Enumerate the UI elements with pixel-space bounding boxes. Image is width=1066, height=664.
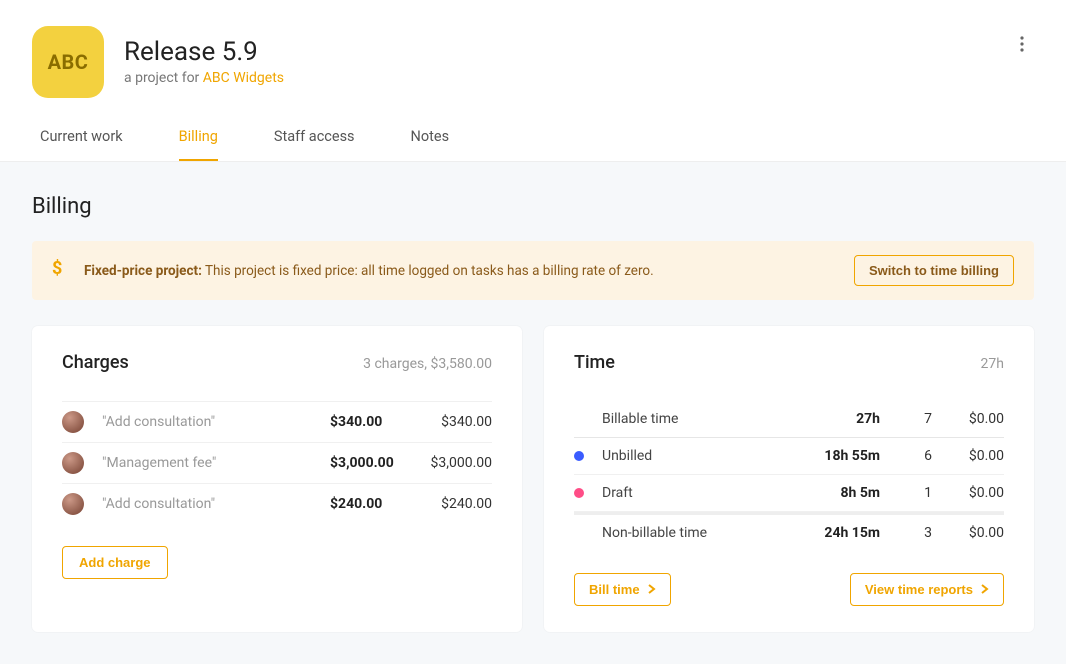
tab-current-work[interactable]: Current work	[40, 120, 123, 161]
time-hours: 27h	[856, 411, 880, 427]
time-row-billable[interactable]: Billable time 27h 7 $0.00	[574, 401, 1004, 438]
time-count: 7	[892, 411, 932, 427]
charge-price: $3,000.00	[330, 455, 410, 471]
time-label: Billable time	[602, 411, 844, 427]
charge-row[interactable]: "Add consultation" $340.00 $340.00	[62, 401, 492, 442]
page-title: Release 5.9	[124, 38, 284, 67]
charge-label: "Add consultation"	[102, 414, 318, 430]
time-summary: 27h	[981, 356, 1004, 372]
banner-heading: Fixed-price project:	[84, 263, 202, 279]
chevron-right-icon	[981, 582, 989, 597]
chevron-right-icon	[648, 582, 656, 597]
time-row-draft[interactable]: Draft 8h 5m 1 $0.00	[574, 475, 1004, 512]
view-time-reports-button[interactable]: View time reports	[850, 573, 1004, 606]
view-time-reports-label: View time reports	[865, 582, 973, 597]
time-hours: 18h 55m	[824, 448, 880, 464]
time-label: Draft	[602, 485, 828, 501]
bill-time-label: Bill time	[589, 582, 640, 597]
section-title: Billing	[32, 194, 1034, 219]
tab-staff-access[interactable]: Staff access	[274, 120, 355, 161]
client-link[interactable]: ABC Widgets	[203, 70, 284, 86]
banner-text: Fixed-price project: This project is fix…	[84, 263, 654, 279]
time-row-unbilled[interactable]: Unbilled 18h 55m 6 $0.00	[574, 438, 1004, 475]
time-amount: $0.00	[944, 525, 1004, 541]
time-card: Time 27h Billable time 27h 7 $0.00 Unbil…	[544, 326, 1034, 632]
switch-to-time-billing-button[interactable]: Switch to time billing	[854, 255, 1014, 286]
fixed-price-banner: $ Fixed-price project: This project is f…	[32, 241, 1034, 300]
charge-label: "Management fee"	[102, 455, 318, 471]
charge-total: $240.00	[422, 496, 492, 512]
time-label: Unbilled	[602, 448, 812, 464]
charge-total: $340.00	[422, 414, 492, 430]
bill-time-button[interactable]: Bill time	[574, 573, 671, 606]
dollar-icon: $	[52, 259, 66, 282]
charges-summary: 3 charges, $3,580.00	[363, 356, 492, 372]
time-row-nonbillable[interactable]: Non-billable time 24h 15m 3 $0.00	[574, 512, 1004, 551]
charge-price: $340.00	[330, 414, 410, 430]
time-hours: 8h 5m	[840, 485, 880, 501]
time-count: 1	[892, 485, 932, 501]
charge-price: $240.00	[330, 496, 410, 512]
status-dot-draft-icon	[574, 488, 584, 498]
client-logo: ABC	[32, 26, 104, 98]
time-amount: $0.00	[944, 448, 1004, 464]
charge-total: $3,000.00	[422, 455, 492, 471]
charge-row[interactable]: "Management fee" $3,000.00 $3,000.00	[62, 442, 492, 483]
svg-text:$: $	[52, 259, 62, 277]
avatar	[62, 452, 84, 474]
avatar	[62, 493, 84, 515]
time-count: 6	[892, 448, 932, 464]
charge-row[interactable]: "Add consultation" $240.00 $240.00	[62, 483, 492, 524]
time-count: 3	[892, 525, 932, 541]
time-hours: 24h 15m	[824, 525, 880, 541]
project-subtitle: a project for ABC Widgets	[124, 70, 284, 86]
tab-bar: Current work Billing Staff access Notes	[0, 98, 1066, 162]
banner-description: This project is fixed price: all time lo…	[202, 263, 654, 279]
time-amount: $0.00	[944, 485, 1004, 501]
time-amount: $0.00	[944, 411, 1004, 427]
charges-card: Charges 3 charges, $3,580.00 "Add consul…	[32, 326, 522, 632]
add-charge-button[interactable]: Add charge	[62, 546, 168, 579]
time-title: Time	[574, 352, 615, 373]
status-dot-unbilled-icon	[574, 451, 584, 461]
charge-label: "Add consultation"	[102, 496, 318, 512]
subtitle-prefix: a project for	[124, 70, 203, 86]
charges-title: Charges	[62, 352, 129, 373]
tab-billing[interactable]: Billing	[179, 120, 218, 161]
avatar	[62, 411, 84, 433]
more-menu-icon[interactable]	[1010, 30, 1034, 58]
time-label: Non-billable time	[602, 525, 812, 541]
tab-notes[interactable]: Notes	[411, 120, 450, 161]
